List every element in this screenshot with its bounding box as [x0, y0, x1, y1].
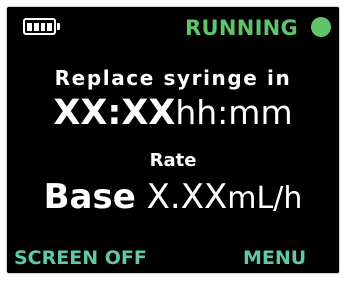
rate-label: Rate: [149, 150, 197, 171]
rate-value: X.XX: [146, 177, 228, 217]
screen-off-button[interactable]: SCREEN OFF: [14, 248, 147, 268]
rate-unit: mL/h: [227, 181, 303, 216]
running-indicator-icon: [311, 17, 331, 37]
menu-button[interactable]: MENU: [243, 248, 306, 268]
rate-mode: Base: [43, 177, 136, 217]
replace-time-unit: hh:mm: [175, 93, 293, 132]
replace-syringe-label: Replace syringe in: [54, 66, 292, 90]
running-status-text: RUNNING: [185, 16, 299, 40]
pump-display: RUNNING Replace syringe in XX:XXhh:mm Ra…: [6, 6, 340, 274]
battery-icon: [23, 18, 60, 35]
replace-time-value: XX:XX: [53, 93, 176, 133]
replace-time: XX:XXhh:mm: [7, 93, 339, 133]
rate-display: Base X.XXmL/h: [7, 178, 339, 218]
